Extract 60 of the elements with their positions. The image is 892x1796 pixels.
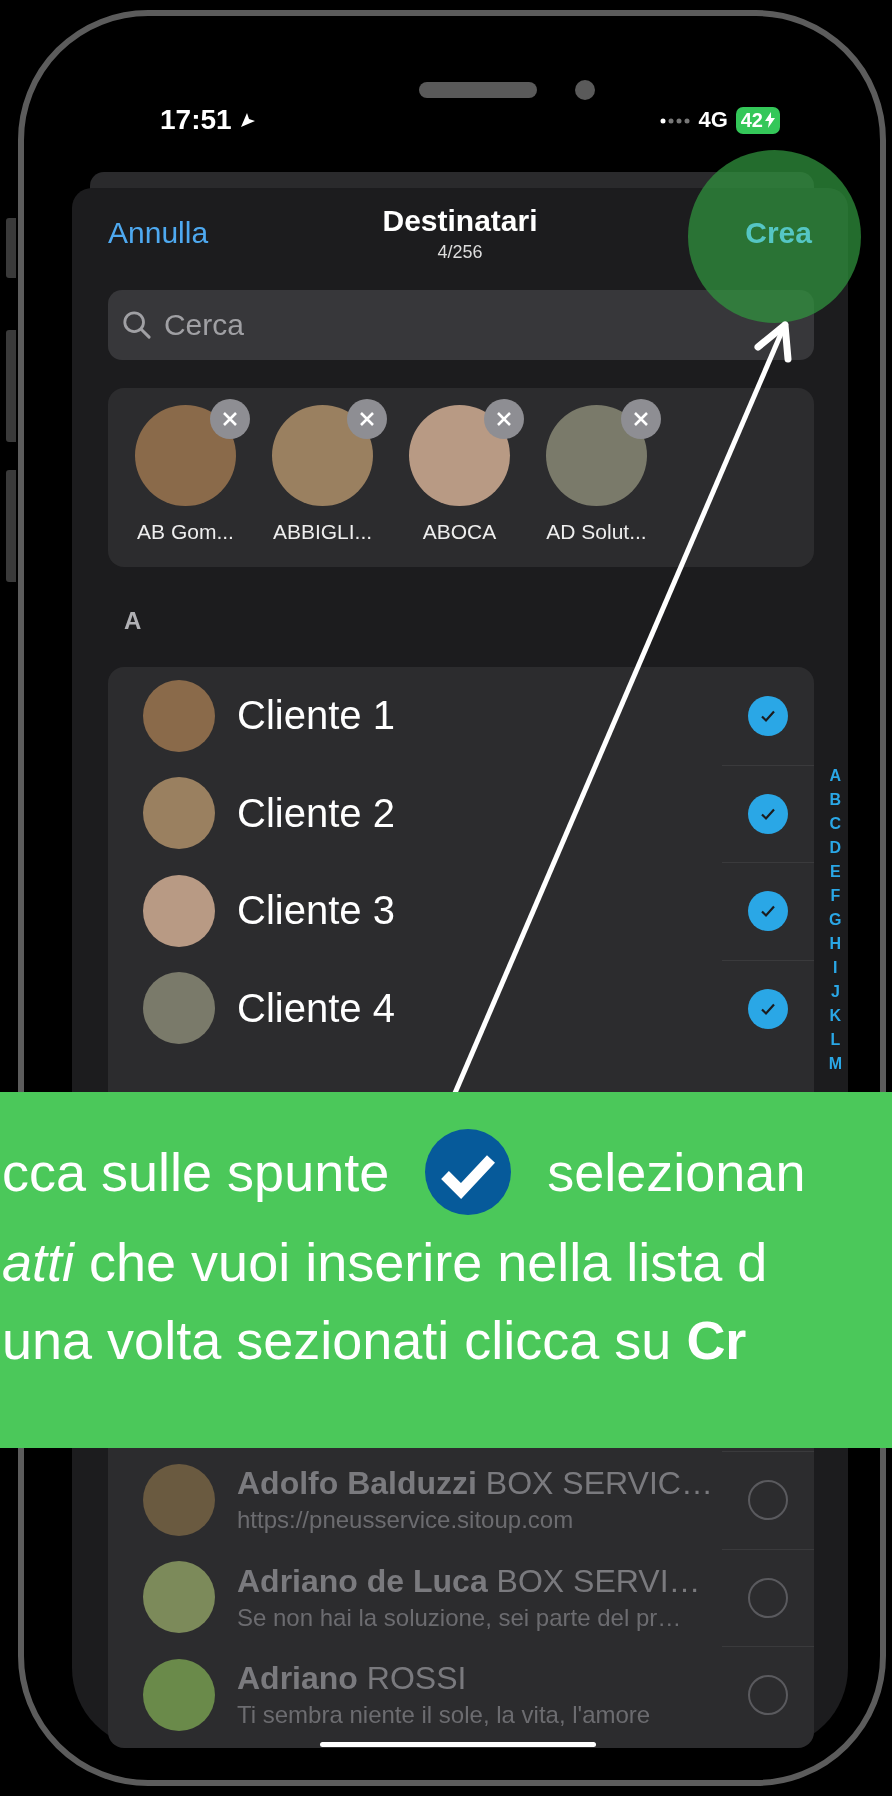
remove-button[interactable] <box>621 399 661 439</box>
index-letter[interactable]: A <box>829 764 842 788</box>
close-icon <box>359 411 375 427</box>
chip-label: ABOCA <box>422 520 497 544</box>
checked-checkbox[interactable] <box>748 988 788 1029</box>
checked-checkbox[interactable] <box>748 891 788 932</box>
index-letter[interactable]: I <box>833 956 838 980</box>
signal-icon <box>660 116 691 124</box>
remove-button[interactable] <box>484 399 524 439</box>
instruction-text: cca sulle spunte <box>2 1141 390 1203</box>
checkmark-icon <box>425 1129 512 1215</box>
contact-name: Adriano de Luca BOX SERVI… <box>237 1562 702 1600</box>
index-letter[interactable]: G <box>829 908 842 932</box>
recipient-count: 4/256 <box>437 242 483 263</box>
chip-label: AB Gom... <box>137 520 234 544</box>
sheet-title: Destinatari <box>382 204 538 238</box>
unchecked-checkbox[interactable] <box>748 1675 788 1716</box>
contact-subtitle: https://pneusservice.sitoup.com <box>237 1506 575 1535</box>
contact-name: Cliente 1 <box>237 693 396 739</box>
unchecked-checkbox[interactable] <box>748 1480 788 1521</box>
index-letter[interactable]: L <box>830 1028 841 1052</box>
instruction-text: atti che vuoi inserire nella lista d <box>2 1231 768 1293</box>
checked-checkbox[interactable] <box>748 793 788 834</box>
network-label: 4G <box>698 107 728 133</box>
remove-button[interactable] <box>347 399 387 439</box>
search-icon <box>122 309 152 341</box>
contact-name: Cliente 2 <box>237 790 396 836</box>
index-letter[interactable]: D <box>829 836 842 860</box>
instruction-text: una volta sezionati clicca su Cr <box>2 1309 747 1371</box>
contact-subtitle: Se non hai la soluzione, sei parte del pr… <box>237 1603 683 1632</box>
battery-indicator: 42 <box>735 106 780 134</box>
index-letter[interactable]: J <box>830 980 840 1004</box>
status-time: 17:51 <box>160 104 232 136</box>
index-letter[interactable]: B <box>829 788 842 812</box>
section-header: A <box>124 607 143 636</box>
contact-name: Adriano ROSSI <box>237 1660 468 1698</box>
chip-label: AD Solut... <box>546 520 647 544</box>
unchecked-checkbox[interactable] <box>748 1577 788 1618</box>
instruction-text: selezionan <box>547 1141 806 1203</box>
close-icon <box>633 411 649 427</box>
contact-name: Adolfo Balduzzi BOX SERVIC… <box>237 1465 714 1503</box>
chip-label: ABBIGLI... <box>272 520 373 544</box>
close-icon <box>222 411 238 427</box>
index-letter[interactable]: C <box>829 812 842 836</box>
search-input[interactable]: Cerca <box>161 307 800 343</box>
contact-name: Cliente 3 <box>237 888 396 934</box>
camera-dot <box>575 80 595 100</box>
remove-button[interactable] <box>210 399 250 439</box>
index-letter[interactable]: K <box>829 1004 842 1028</box>
index-letter[interactable]: H <box>829 932 842 956</box>
close-icon <box>496 411 512 427</box>
checked-checkbox[interactable] <box>748 695 788 736</box>
index-letter[interactable]: E <box>830 860 841 884</box>
contact-name: Cliente 4 <box>237 985 396 1031</box>
search-field[interactable]: Cerca <box>108 290 814 360</box>
location-arrow-icon <box>239 112 256 128</box>
contact-subtitle: Ti sembra niente il sole, la vita, l'amore <box>237 1701 652 1730</box>
index-letter[interactable]: F <box>830 884 841 908</box>
index-letter[interactable]: M <box>828 1052 842 1076</box>
cancel-button[interactable]: Annulla <box>108 216 209 250</box>
